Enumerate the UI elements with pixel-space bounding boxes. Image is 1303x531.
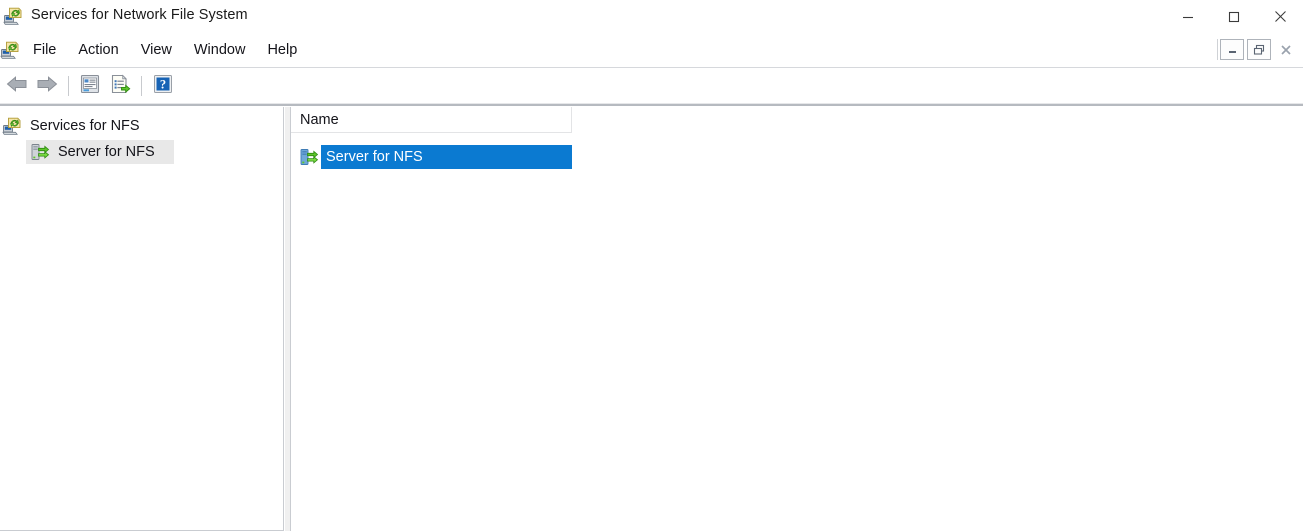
minimize-button[interactable] (1165, 0, 1211, 33)
content-area: Services for NFS Server for NFS Name Ser… (0, 107, 1303, 531)
menu-help[interactable]: Help (256, 39, 308, 63)
forward-button[interactable] (32, 72, 62, 100)
maximize-button[interactable] (1211, 0, 1257, 33)
tree-item-services-for-nfs[interactable]: Services for NFS (0, 114, 283, 138)
back-button[interactable] (2, 72, 32, 100)
menu-bar: File Action View Window Help (0, 33, 1303, 68)
tree-item-label: Server for NFS (58, 144, 155, 160)
console-tree-pane: Services for NFS Server for NFS (0, 107, 284, 531)
window-controls (1165, 0, 1303, 33)
server-for-nfs-icon (30, 142, 50, 162)
console-icon (0, 40, 20, 60)
mdi-minimize-button[interactable] (1220, 39, 1244, 60)
mmc-console-window: Services for Network File System File Ac… (0, 0, 1303, 531)
window-title: Services for Network File System (31, 7, 248, 23)
export-list-button[interactable] (105, 72, 135, 100)
forward-arrow-icon (36, 74, 58, 99)
toolbar-divider-shadow (0, 104, 1303, 106)
mdi-restore-button[interactable] (1247, 39, 1271, 60)
title-bar: Services for Network File System (0, 0, 1303, 33)
mdi-close-button[interactable] (1274, 39, 1298, 60)
help-question-icon: ? (153, 74, 173, 99)
services-for-nfs-icon (3, 6, 23, 26)
menu-window[interactable]: Window (183, 39, 257, 63)
menu-file[interactable]: File (25, 39, 67, 63)
column-header-label: Name (300, 111, 339, 128)
toolbar-separator (68, 76, 69, 96)
svg-text:?: ? (160, 77, 166, 91)
menu-view[interactable]: View (130, 39, 183, 63)
toolbar: ? (0, 68, 1303, 104)
server-for-nfs-icon (299, 147, 319, 167)
list-item-server-for-nfs[interactable]: Server for NFS (297, 145, 572, 169)
list-item-label: Server for NFS (326, 149, 423, 165)
help-button[interactable]: ? (148, 72, 178, 100)
toolbar-separator-2 (141, 76, 142, 96)
details-list-pane: Name Server for NFS (290, 107, 1303, 531)
menu-action[interactable]: Action (67, 39, 129, 63)
list-column-header-name[interactable]: Name (291, 107, 572, 133)
tree-item-label: Services for NFS (30, 118, 140, 134)
tree-item-server-for-nfs[interactable]: Server for NFS (26, 140, 174, 164)
show-hide-console-tree-button[interactable] (75, 72, 105, 100)
list-item-selection: Server for NFS (321, 145, 572, 169)
back-arrow-icon (6, 74, 28, 99)
close-button[interactable] (1257, 0, 1303, 33)
services-for-nfs-icon (2, 116, 22, 136)
export-list-icon (109, 73, 131, 100)
mdi-window-controls (1217, 39, 1301, 60)
menu-items: File Action View Window Help (25, 33, 308, 68)
console-pane-icon (79, 73, 101, 100)
